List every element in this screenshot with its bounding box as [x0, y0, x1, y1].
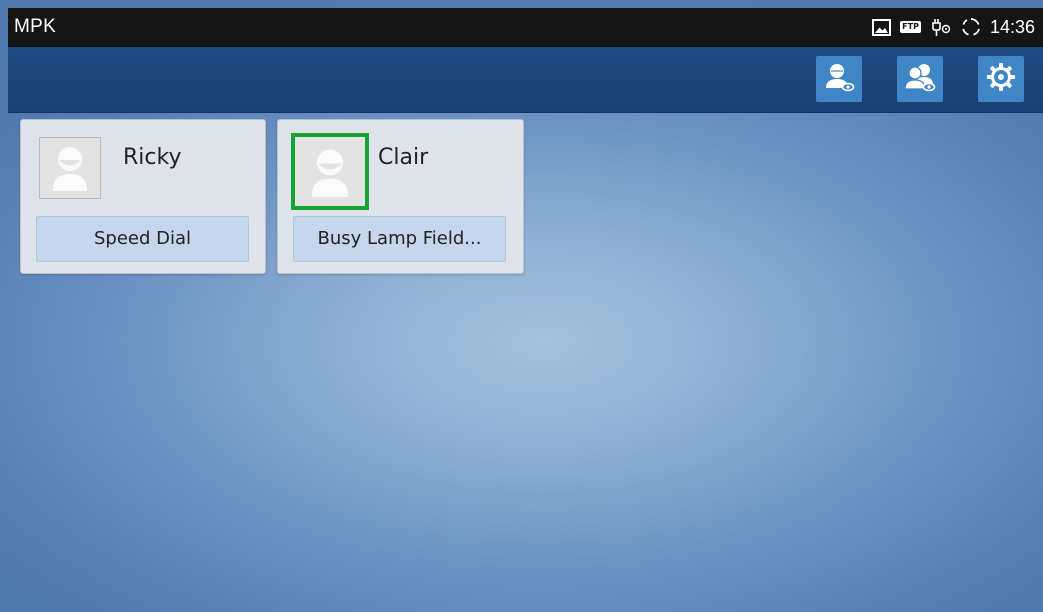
status-bar: MPK FTP 14:36 [8, 8, 1043, 47]
contact-view-icon [822, 61, 856, 97]
sync-icon [961, 17, 981, 37]
contact-avatar-active [291, 133, 369, 210]
settings-button[interactable] [978, 56, 1024, 102]
mode-button-busy-lamp-field[interactable]: Busy Lamp Field... [293, 216, 506, 262]
contact-name: Ricky [123, 145, 182, 170]
contact-name: Clair [378, 145, 429, 170]
status-indicators: FTP 14:36 [872, 15, 1035, 39]
person-placeholder-icon [303, 143, 357, 201]
mpk-card-clair[interactable]: Clair Busy Lamp Field... [277, 119, 524, 274]
settings-gear-icon [986, 62, 1016, 96]
contact-view-button[interactable] [816, 56, 862, 102]
action-bar [8, 47, 1043, 113]
usb-icon [930, 16, 952, 38]
app-title: MPK [14, 16, 57, 37]
ftp-icon: FTP [900, 21, 921, 33]
group-view-icon [902, 61, 938, 97]
image-icon [872, 18, 892, 36]
mpk-card-ricky[interactable]: Ricky Speed Dial [20, 119, 266, 274]
contact-avatar [39, 137, 101, 199]
status-clock: 14:36 [989, 16, 1035, 37]
group-view-button[interactable] [897, 56, 943, 102]
person-placeholder-icon [45, 141, 95, 195]
mode-button-speed-dial[interactable]: Speed Dial [36, 216, 249, 262]
